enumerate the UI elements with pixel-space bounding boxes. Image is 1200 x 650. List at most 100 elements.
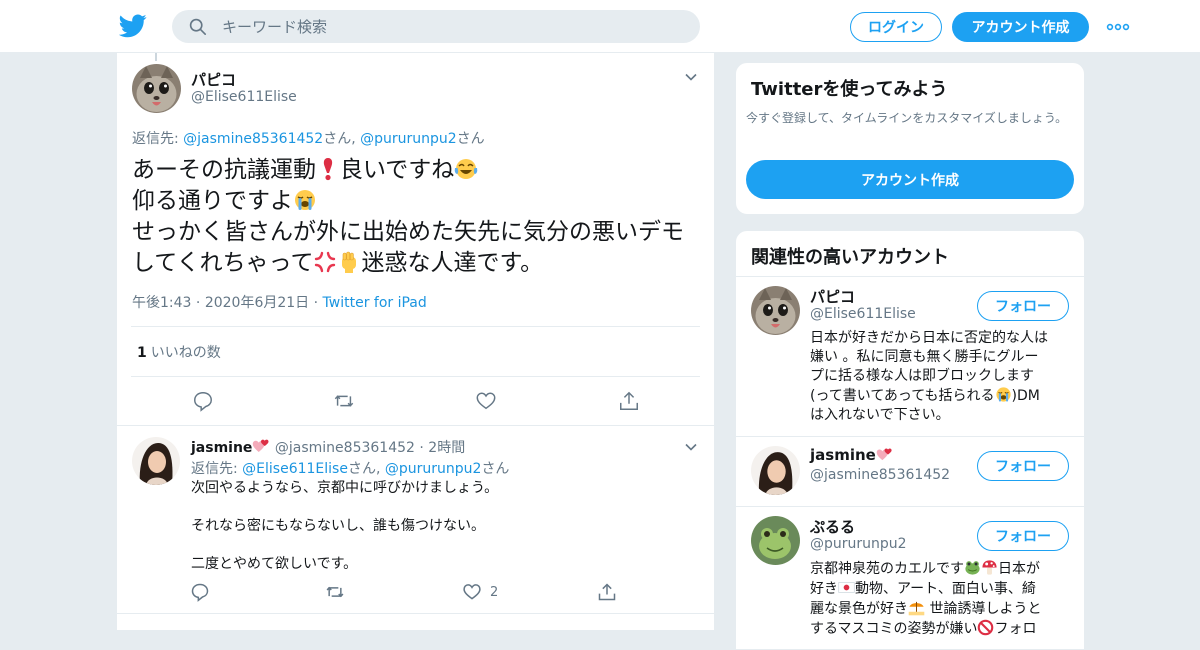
thread-connector [155, 53, 157, 61]
reply-text-line: 二度とやめて欲しいです。 [191, 556, 358, 572]
like-label: いいねの数 [150, 345, 221, 361]
account-bio: 京都神泉苑のカエルです 日本が 好き 動物、アート、面白い事、綺 麗な景色が好き 世… [810, 559, 1072, 639]
avatar[interactable] [751, 516, 800, 565]
frog-icon [965, 561, 980, 575]
bio-line: )DM [1011, 388, 1040, 404]
tweet-text-line: せっかく皆さんが外に出始めた矢先に気分の悪いデモ [132, 219, 684, 245]
account-handle[interactable]: @Elise611Elise [810, 306, 916, 322]
divider [131, 376, 700, 377]
avatar[interactable] [132, 437, 180, 485]
reply-icon[interactable] [190, 582, 210, 602]
signup-card-description: 今すぐ登録して、タイムラインをカスタマイズしましょう。 [746, 111, 1068, 125]
follow-button[interactable]: フォロー [977, 521, 1069, 551]
reply-text-line: それなら密にもならないし、誰も傷つけない。 [191, 518, 485, 534]
share-icon[interactable] [618, 390, 640, 412]
reply-author-handle[interactable]: @jasmine85361452 [275, 440, 415, 456]
tweet-author-name[interactable]: パピコ [191, 69, 236, 90]
like-icon[interactable] [475, 390, 497, 412]
tweet-client-link[interactable]: Twitter for iPad [323, 295, 427, 311]
reply-suffix: さん [456, 131, 485, 147]
related-accounts-title: 関連性の高いアカウント [751, 247, 949, 268]
bio-line: 動物、アート、面白い事、綺 [855, 581, 1036, 597]
top-bar: ログイン アカウント作成 [0, 0, 1200, 53]
search-box[interactable] [172, 10, 700, 43]
reply-text: 次回やるようなら、京都中に呼びかけましょう。 それなら密にもならないし、誰も傷つ… [191, 479, 498, 574]
follow-button[interactable]: フォロー [977, 451, 1069, 481]
tweet-text: あーその抗議運動 良いですね 仰る通りですよ せっかく皆さんが外に出始めた矢先に気… [132, 155, 702, 279]
account-handle[interactable]: @jasmine85361452 [810, 467, 950, 483]
tweet-text-line: 迷惑な人達です。 [361, 250, 544, 276]
reply-context: 返信先: @jasmine85361452さん, @pururunpu2さん [132, 128, 485, 148]
signup-button[interactable]: アカウント作成 [952, 12, 1089, 42]
tweet-time[interactable]: 午後1:43 [132, 295, 191, 311]
beach-umbrella-icon [908, 601, 925, 616]
account-handle[interactable]: @pururunpu2 [810, 536, 907, 552]
signup-card-title: Twitterを使ってみよう [751, 79, 948, 100]
mushroom-icon [982, 560, 997, 575]
tweet-text-line: 仰る通りですよ [132, 188, 293, 214]
tweet-column: パピコ @Elise611Elise 返信先: @jasmine85361452… [116, 53, 715, 630]
signup-card: Twitterを使ってみよう 今すぐ登録して、タイムラインをカスタマイズしましょ… [735, 62, 1085, 215]
avatar[interactable] [751, 286, 800, 335]
two-hearts-icon [253, 439, 269, 452]
bio-line: (って書いてあっても括られる [810, 388, 995, 404]
reply-sep: さん, [323, 131, 361, 147]
divider [736, 276, 1084, 277]
tweet-author-handle[interactable]: @Elise611Elise [191, 89, 297, 105]
divider [736, 506, 1084, 507]
reply-icon[interactable] [192, 390, 214, 412]
bio-line: 京都神泉苑のカエルです [810, 561, 964, 577]
prohibited-icon [978, 619, 994, 636]
signup-card-button[interactable]: アカウント作成 [746, 160, 1074, 199]
avatar[interactable] [132, 64, 181, 113]
reply-context: 返信先: @Elise611Eliseさん, @pururunpu2さん [191, 458, 509, 478]
account-name[interactable]: ぷるる [810, 516, 855, 537]
like-icon[interactable] [462, 582, 482, 602]
like-count: 1 [137, 345, 147, 361]
chevron-down-icon[interactable] [684, 70, 698, 84]
loudly-crying-icon [295, 190, 315, 210]
login-button[interactable]: ログイン [850, 12, 942, 42]
divider [117, 425, 714, 426]
divider [736, 436, 1084, 437]
avatar[interactable] [751, 446, 800, 495]
reply-prefix: 返信先: [132, 131, 184, 147]
search-input[interactable] [222, 10, 682, 43]
account-name[interactable]: パピコ [810, 286, 855, 307]
mention-link[interactable]: @pururunpu2 [385, 461, 482, 477]
reply-suffix: さん [481, 461, 510, 477]
account-bio: 日本が好きだから日本に否定的な人は 嫌い 。私に同意も無く勝手にグルー プに括る… [810, 329, 1072, 425]
reply-prefix: 返信先: [191, 461, 243, 477]
tweet-text-line: あーその抗議運動 [132, 157, 316, 183]
more-options-icon[interactable] [1106, 17, 1130, 37]
raised-fist-icon [342, 251, 357, 273]
retweet-icon[interactable] [333, 390, 355, 412]
anger-symbol-icon [315, 251, 336, 273]
share-icon[interactable] [597, 582, 617, 602]
divider [131, 326, 700, 327]
bio-line: 世論誘導しようと [925, 601, 1042, 617]
twitter-bird-icon[interactable] [119, 13, 147, 39]
divider [117, 613, 714, 614]
bio-line: プに括る様な人は即ブロックします [810, 368, 1034, 384]
mention-link[interactable]: @Elise611Elise [242, 461, 348, 477]
tweet-meta: 午後1:43 · 2020年6月21日 · Twitter for iPad [132, 292, 427, 312]
reply-time[interactable]: 2時間 [428, 440, 465, 456]
reply-author-name[interactable]: jasmine [191, 440, 252, 456]
retweet-icon[interactable] [325, 582, 345, 602]
search-icon [189, 18, 207, 36]
like-stats[interactable]: 1 いいねの数 [137, 342, 221, 362]
meta-separator: · [313, 295, 323, 311]
tweet-date[interactable]: 2020年6月21日 [205, 295, 309, 311]
meta-separator: · [414, 440, 429, 456]
chevron-down-icon[interactable] [684, 440, 698, 454]
bio-line: 麗な景色が好き [810, 601, 908, 617]
account-name[interactable]: jasmine [810, 446, 893, 464]
japan-flag-icon [838, 582, 855, 593]
follow-button[interactable]: フォロー [977, 291, 1069, 321]
reply-sep: さん, [347, 461, 385, 477]
two-hearts-icon [876, 448, 892, 461]
mention-link[interactable]: @jasmine85361452 [183, 131, 323, 147]
tweet-text-line: してくれちゃって [132, 250, 314, 276]
mention-link[interactable]: @pururunpu2 [360, 131, 457, 147]
